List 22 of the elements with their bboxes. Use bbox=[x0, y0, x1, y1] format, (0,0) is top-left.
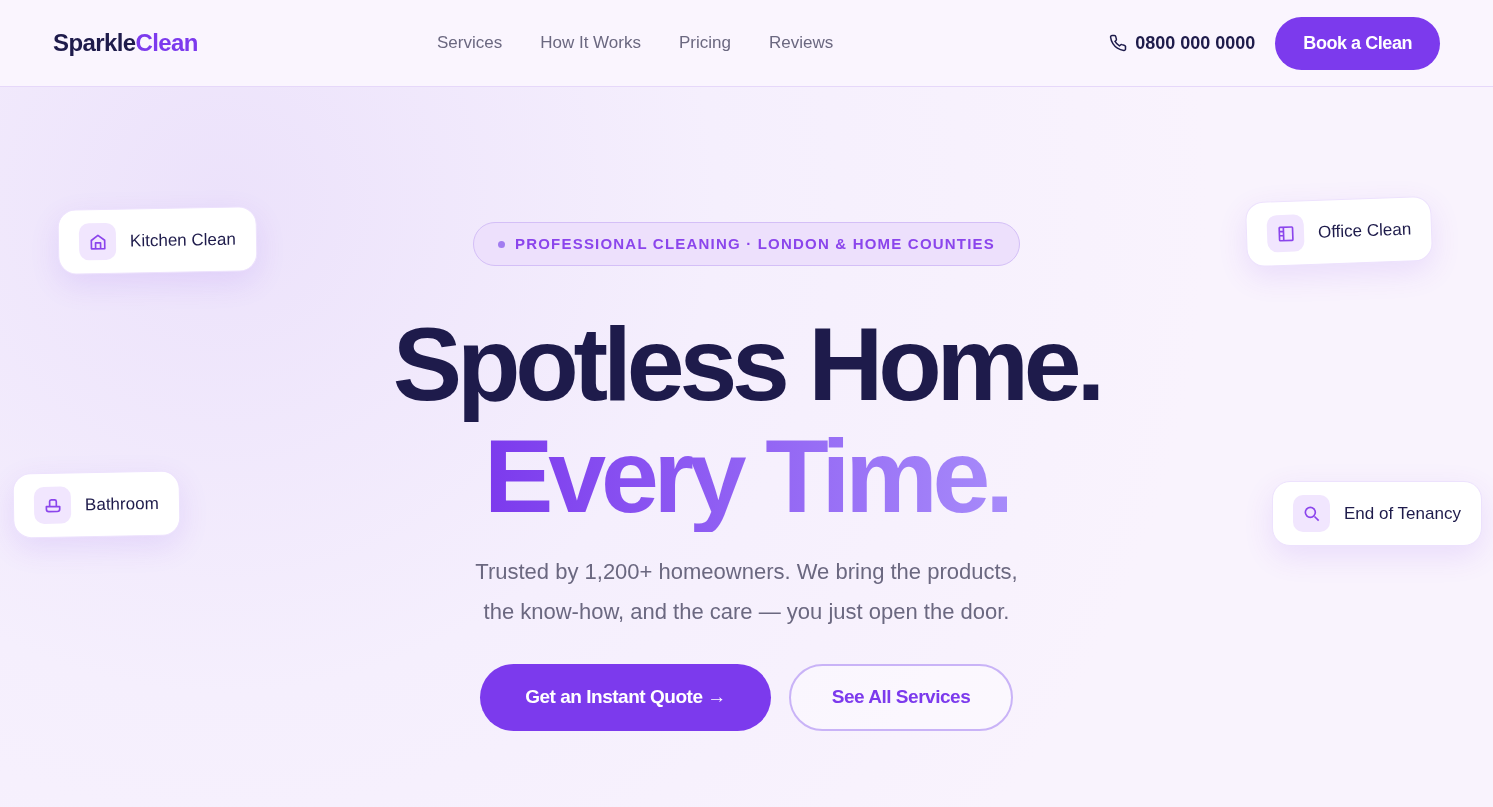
phone-icon bbox=[1109, 34, 1128, 52]
service-card[interactable]: Kitchen Clean bbox=[57, 206, 258, 275]
headline: Spotless Home. bbox=[392, 308, 1101, 420]
card-label: End of Tenancy bbox=[1344, 502, 1461, 525]
badge-text: PROFESSIONAL CLEANING · LONDON & HOME COUNTIES bbox=[515, 233, 995, 254]
hero-subtitle: Trusted by 1,200+ homeowners. We bring the products, the know-how, and the care — you just open the door. bbox=[475, 558, 1018, 626]
service-card[interactable]: Office Clean bbox=[1244, 195, 1434, 268]
nav-link[interactable]: How It Works bbox=[540, 30, 641, 56]
services-button[interactable]: See All Services bbox=[789, 664, 1013, 731]
card-label: Kitchen Clean bbox=[129, 228, 237, 253]
nav-link[interactable]: Reviews bbox=[768, 30, 834, 56]
panel-icon bbox=[1275, 223, 1296, 244]
phone-number[interactable]: 0800 000 0000 bbox=[1135, 29, 1256, 57]
quote-button[interactable]: Get an Instant Quote → bbox=[480, 664, 771, 731]
book-button[interactable]: Book a Clean bbox=[1275, 16, 1440, 70]
service-card[interactable]: Bathroom bbox=[12, 470, 181, 539]
card-label: Bathroom bbox=[84, 492, 159, 516]
nav-link[interactable]: Pricing bbox=[678, 30, 731, 56]
card-label: Office Clean bbox=[1317, 218, 1412, 244]
logo[interactable]: SparkleClean bbox=[53, 25, 437, 61]
nav-link[interactable]: Services bbox=[437, 30, 503, 56]
service-card[interactable]: End of Tenancy bbox=[1272, 481, 1482, 546]
